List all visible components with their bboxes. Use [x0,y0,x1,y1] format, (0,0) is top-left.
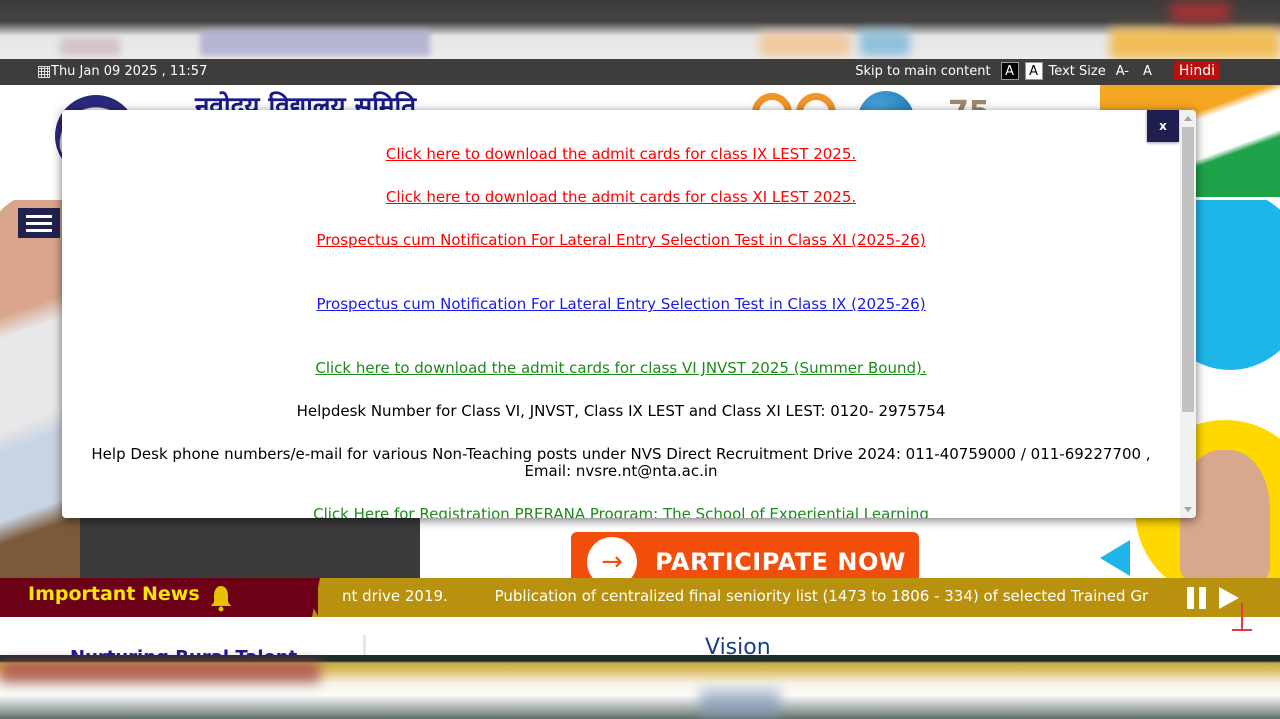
news-ticker[interactable]: nt drive 2019. Publication of centralize… [342,587,1152,605]
page: Thu Jan 09 2025 , 11:57 Skip to main con… [0,0,1280,719]
arrow-up-icon [1241,603,1243,629]
calendar-icon [38,65,50,78]
text-size-label: Text Size [1048,63,1106,79]
important-news-label: Important News [28,583,200,605]
ticker-play-button[interactable] [1219,587,1239,609]
modal-scrollbar[interactable] [1180,110,1196,518]
bell-icon [211,586,231,612]
close-icon: x [1159,119,1167,133]
scroll-to-top-button[interactable] [1232,603,1252,631]
important-news-bar: Important News nt drive 2019. Publicatio… [0,578,1280,617]
arrow-right-icon: → [587,537,637,578]
high-contrast-button[interactable]: A [1000,62,1019,80]
pause-icon [1187,587,1194,609]
ticker-pause-button[interactable] [1187,587,1207,609]
participate-now-label: PARTICIPATE NOW [655,548,906,576]
participate-now-button[interactable]: → PARTICIPATE NOW [571,532,919,578]
menu-toggle-button[interactable] [18,208,60,238]
content-section-top: Nurturing Rural Talent Vision [0,603,1280,668]
normal-contrast-button[interactable]: A [1024,62,1043,80]
accessibility-controls: Skip to main content A A Text Size A- A … [855,62,1220,80]
announcement-modal-body: Click here to download the admit cards f… [62,110,1180,519]
browser-chrome-bottom-blurred [0,655,1280,719]
scrollbar-thumb[interactable] [1182,127,1194,412]
admit-card-vi-jnvst-link[interactable]: Click here to download the admit cards f… [315,359,926,377]
hamburger-icon [26,214,52,218]
browser-chrome-top-blurred [0,0,1280,59]
admit-card-xi-lest-link[interactable]: Click here to download the admit cards f… [386,188,856,206]
helpdesk-number-text: Helpdesk Number for Class VI, JNVST, Cla… [296,402,946,420]
non-teaching-helpdesk-text: Help Desk phone numbers/e-mail for vario… [91,445,1151,480]
admit-card-ix-lest-link[interactable]: Click here to download the admit cards f… [386,145,856,163]
scroll-up-arrow-icon[interactable] [1184,116,1192,121]
top-utility-bar: Thu Jan 09 2025 , 11:57 Skip to main con… [0,59,1280,85]
news-ticker-item[interactable]: nt drive 2019. [342,587,448,605]
date-display: Thu Jan 09 2025 , 11:57 [38,64,207,79]
announcement-modal: Click here to download the admit cards f… [62,110,1196,518]
prerana-registration-link[interactable]: Click Here for Registration PRERANA Prog… [313,505,929,519]
news-ticker-item[interactable]: Publication of centralized final seniori… [495,587,1149,605]
datetime-text: Thu Jan 09 2025 , 11:57 [51,64,208,79]
section-divider [363,635,366,657]
decor-triangle [1100,540,1130,576]
text-size-decrease-button[interactable]: A- [1112,64,1133,79]
news-label-arrow [308,578,318,616]
scroll-down-arrow-icon[interactable] [1184,507,1192,512]
prospectus-class-xi-link[interactable]: Prospectus cum Notification For Lateral … [316,231,925,249]
text-size-normal-button[interactable]: A [1139,64,1156,79]
hindi-language-button[interactable]: Hindi [1173,62,1220,80]
close-modal-button[interactable]: x [1147,110,1179,142]
skip-to-main-content-link[interactable]: Skip to main content [855,64,990,79]
prospectus-class-ix-link[interactable]: Prospectus cum Notification For Lateral … [316,295,925,313]
